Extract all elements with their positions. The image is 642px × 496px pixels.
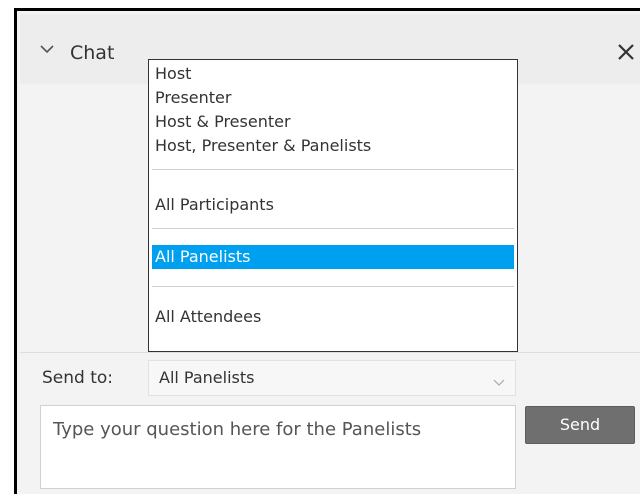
question-input[interactable]: Type your question here for the Panelist… [40, 405, 516, 489]
dropdown-separator [152, 169, 514, 170]
dropdown-option-all-participants[interactable]: All Participants [152, 193, 514, 217]
chevron-down-icon[interactable] [39, 41, 55, 57]
chat-panel: Chat Send to: All Panelists Type your qu… [20, 14, 640, 494]
chevron-down-icon [493, 373, 505, 386]
window-frame: Chat Send to: All Panelists Type your qu… [14, 8, 640, 494]
dropdown-separator [152, 228, 514, 229]
dropdown-option-host[interactable]: Host [152, 62, 514, 86]
dropdown-option-presenter[interactable]: Presenter [152, 86, 514, 110]
dropdown-option-all-panelists[interactable]: All Panelists [152, 245, 514, 269]
dropdown-separator [152, 286, 514, 287]
divider [20, 352, 640, 353]
dropdown-option-all-attendees[interactable]: All Attendees [152, 305, 514, 329]
send-button[interactable]: Send [525, 406, 635, 444]
send-to-dropdown-list: Host Presenter Host & Presenter Host, Pr… [148, 59, 518, 352]
send-to-label: Send to: [42, 368, 114, 388]
chat-title: Chat [70, 42, 115, 64]
send-to-select[interactable]: All Panelists [148, 360, 516, 396]
close-icon[interactable] [615, 41, 637, 63]
send-to-value: All Panelists [159, 368, 255, 387]
dropdown-option-host-presenter[interactable]: Host & Presenter [152, 110, 514, 134]
dropdown-option-host-presenter-panelists[interactable]: Host, Presenter & Panelists [152, 134, 514, 158]
